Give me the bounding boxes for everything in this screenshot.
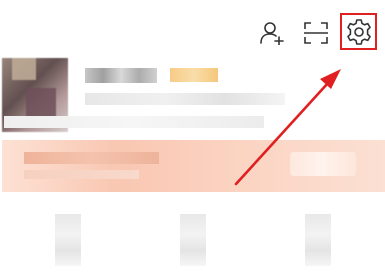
profile-card[interactable] <box>0 50 385 135</box>
banner-title-blurred <box>24 152 159 164</box>
add-friend-icon[interactable] <box>259 21 285 45</box>
stats-row <box>0 200 385 278</box>
vip-badge-blurred <box>170 68 218 82</box>
stat-item-blurred[interactable] <box>55 214 81 266</box>
username-blurred <box>85 68 157 83</box>
banner-button-blurred[interactable] <box>290 152 356 176</box>
scan-icon[interactable] <box>303 21 329 45</box>
promo-banner[interactable] <box>2 140 385 192</box>
stat-item-blurred[interactable] <box>180 214 206 266</box>
account-info-blurred <box>85 93 285 105</box>
banner-subtitle-blurred <box>24 170 139 179</box>
settings-highlight-box <box>340 13 377 50</box>
signature-blurred <box>4 116 264 128</box>
stat-item-blurred[interactable] <box>305 214 331 266</box>
